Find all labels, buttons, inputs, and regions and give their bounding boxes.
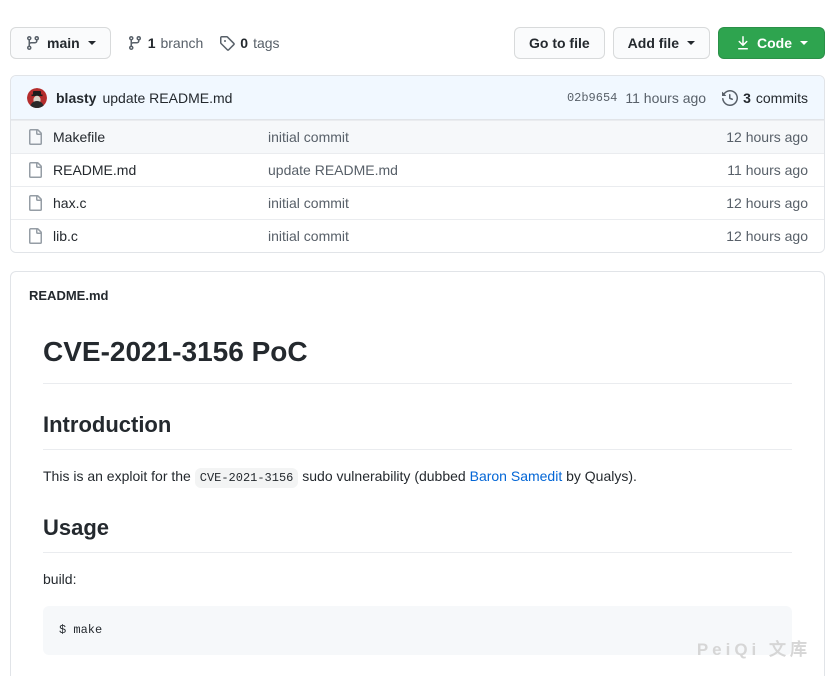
code-button-label: Code: [757, 35, 792, 51]
branches-link[interactable]: 1 branch: [127, 35, 204, 51]
usage-heading: Usage: [43, 511, 792, 553]
git-branch-icon: [127, 35, 143, 51]
add-file-button[interactable]: Add file: [613, 27, 710, 59]
readme-container: README.md CVE-2021-3156 PoC Introduction…: [10, 271, 825, 676]
file-icon: [27, 162, 43, 178]
table-row[interactable]: README.md update README.md 11 hours ago: [11, 153, 824, 186]
readme-header: README.md: [11, 272, 824, 309]
commits-count: 3: [743, 90, 751, 106]
branch-selector-button[interactable]: main: [10, 27, 111, 59]
file-icon: [27, 228, 43, 244]
build-code: $ make: [59, 623, 102, 637]
add-file-label: Add file: [628, 35, 679, 51]
tags-count: 0: [240, 35, 248, 51]
inline-code-cve: CVE-2021-3156: [195, 468, 299, 488]
file-commit-message-link[interactable]: initial commit: [268, 228, 726, 244]
file-commit-time: 12 hours ago: [726, 228, 808, 244]
tags-label: tags: [253, 35, 279, 51]
introduction-heading: Introduction: [43, 408, 792, 450]
repo-toolbar: main 1 branch 0 tags Go to file Add file: [10, 27, 825, 59]
intro-text: sudo vulnerability (dubbed: [298, 468, 469, 484]
file-commit-time: 11 hours ago: [727, 162, 808, 178]
commit-history-link[interactable]: 3 commits: [722, 90, 808, 106]
table-row[interactable]: lib.c initial commit 12 hours ago: [11, 219, 824, 252]
branches-label: branch: [160, 35, 203, 51]
file-name-link[interactable]: lib.c: [53, 228, 268, 244]
chevron-down-icon: [687, 41, 695, 45]
commit-sha-link[interactable]: 02b9654: [567, 91, 617, 105]
build-label: build:: [43, 569, 792, 590]
go-to-file-button[interactable]: Go to file: [514, 27, 605, 59]
commit-author-link[interactable]: blasty: [56, 90, 96, 106]
commit-time: 11 hours ago: [625, 90, 706, 106]
table-row[interactable]: Makefile initial commit 12 hours ago: [11, 120, 824, 153]
avatar-image: [27, 88, 47, 108]
intro-text: This is an exploit for the: [43, 468, 195, 484]
file-name-link[interactable]: Makefile: [53, 129, 268, 145]
file-commit-time: 12 hours ago: [726, 195, 808, 211]
file-navigation: blasty update README.md 02b9654 11 hours…: [10, 75, 825, 253]
current-branch-label: main: [47, 35, 80, 51]
chevron-down-icon: [88, 41, 96, 45]
list-targets-label: list targets:: [43, 671, 792, 676]
commits-label: commits: [756, 90, 808, 106]
repo-actions: Go to file Add file Code: [514, 27, 825, 59]
history-clock-icon: [722, 90, 738, 106]
intro-text: by Qualys).: [562, 468, 637, 484]
git-branch-icon: [25, 35, 41, 51]
readme-title: CVE-2021-3156 PoC: [43, 331, 792, 384]
file-icon: [27, 195, 43, 211]
baron-samedit-link[interactable]: Baron Samedit: [470, 468, 563, 484]
table-row[interactable]: hax.c initial commit 12 hours ago: [11, 186, 824, 219]
introduction-paragraph: This is an exploit for the CVE-2021-3156…: [43, 466, 792, 487]
build-code-block: $ make: [43, 606, 792, 655]
branches-count: 1: [148, 35, 156, 51]
file-icon: [27, 129, 43, 145]
commit-meta: 02b9654 11 hours ago 3 commits: [567, 90, 808, 106]
file-commit-message-link[interactable]: update README.md: [268, 162, 727, 178]
branch-controls: main 1 branch 0 tags: [10, 27, 280, 59]
latest-commit-bar: blasty update README.md 02b9654 11 hours…: [11, 76, 824, 120]
file-commit-message-link[interactable]: initial commit: [268, 129, 726, 145]
file-name-link[interactable]: hax.c: [53, 195, 268, 211]
commit-message-link[interactable]: update README.md: [102, 90, 232, 106]
download-icon: [735, 35, 751, 51]
code-button[interactable]: Code: [718, 27, 825, 59]
chevron-down-icon: [800, 41, 808, 45]
tag-icon: [219, 35, 235, 51]
readme-header-label: README.md: [29, 288, 108, 303]
repo-page: main 1 branch 0 tags Go to file Add file: [0, 0, 835, 676]
avatar[interactable]: [27, 88, 47, 108]
tags-link[interactable]: 0 tags: [219, 35, 279, 51]
file-commit-time: 12 hours ago: [726, 129, 808, 145]
go-to-file-label: Go to file: [529, 35, 590, 51]
file-name-link[interactable]: README.md: [53, 162, 268, 178]
readme-article: CVE-2021-3156 PoC Introduction This is a…: [11, 309, 824, 676]
file-commit-message-link[interactable]: initial commit: [268, 195, 726, 211]
